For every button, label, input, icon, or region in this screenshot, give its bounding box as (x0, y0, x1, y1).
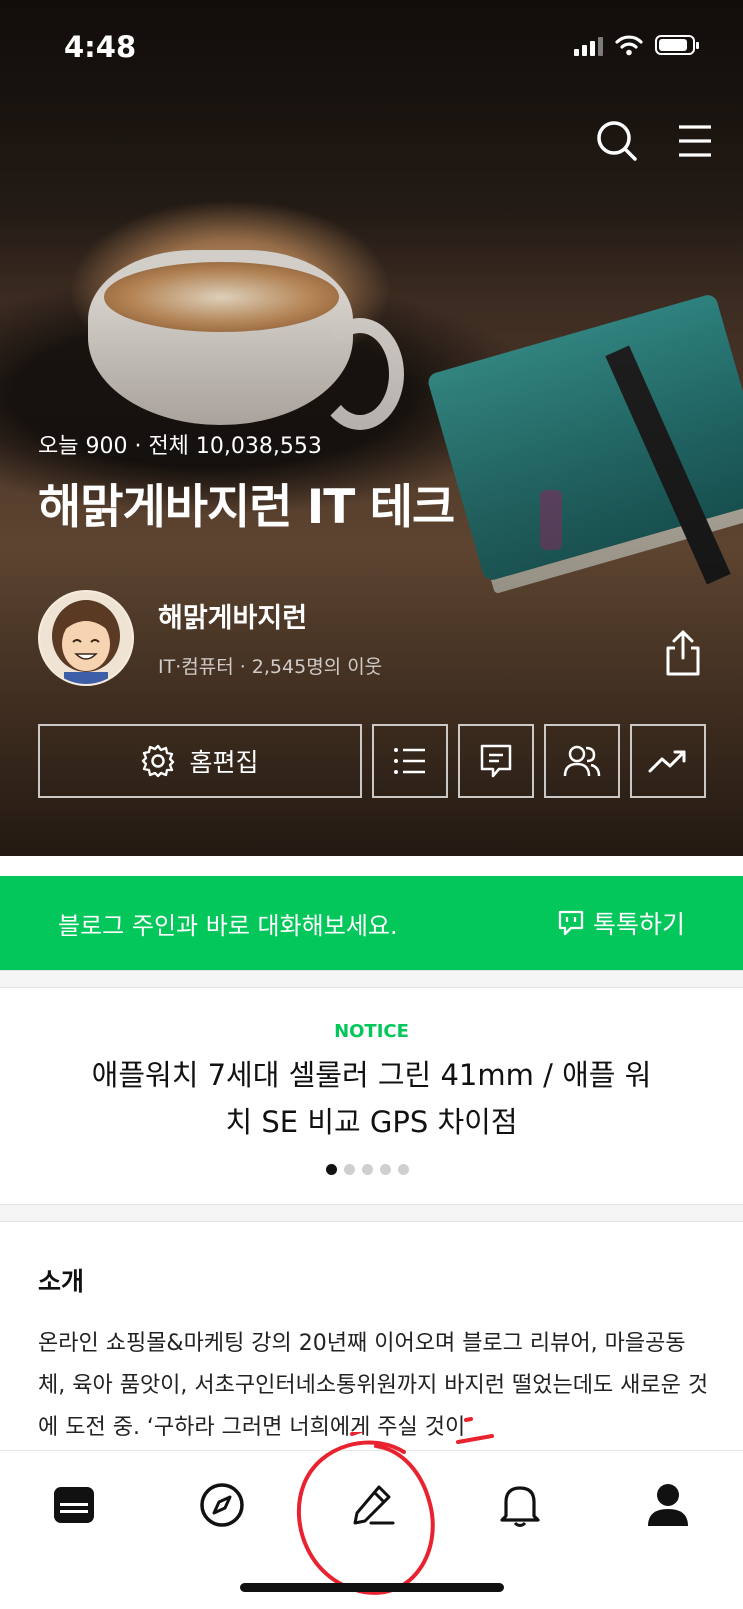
status-icons (574, 34, 699, 56)
chat-icon (558, 910, 584, 936)
home-indicator (240, 1583, 504, 1592)
red-underline-annotation (456, 1417, 494, 1444)
owner-name[interactable]: 해맑게바지런 (158, 596, 307, 635)
notice-tag: NOTICE (334, 1021, 409, 1042)
section-divider (0, 970, 743, 988)
talktalk-button-label: 톡톡하기 (592, 910, 685, 939)
status-time: 4:48 (64, 30, 137, 64)
comment-icon (480, 744, 512, 778)
wifi-icon (615, 35, 643, 56)
blog-title: 해맑게바지런 IT 테크 (38, 480, 455, 535)
list-icon (394, 748, 425, 774)
pagination-dot[interactable] (380, 1164, 391, 1175)
search-icon[interactable] (594, 118, 640, 164)
pagination-dot[interactable] (344, 1164, 355, 1175)
home-edit-button[interactable]: 홈편집 (38, 724, 362, 798)
tab-feed[interactable] (42, 1473, 106, 1537)
notice-pagination[interactable] (326, 1164, 409, 1175)
guestbook-button[interactable] (458, 724, 534, 798)
explore-icon (200, 1483, 244, 1527)
neighbors-button[interactable] (544, 724, 620, 798)
avatar[interactable] (38, 590, 134, 686)
stats-icon (648, 750, 686, 773)
battery-icon (655, 35, 699, 55)
intro-heading: 소개 (38, 1267, 85, 1296)
tab-explore[interactable] (190, 1473, 254, 1537)
talktalk-text: 블로그 주인과 바로 대화해보세요. (58, 911, 398, 940)
home-edit-label: 홈편집 (189, 748, 259, 777)
category-list-button[interactable] (372, 724, 448, 798)
tab-write[interactable] (341, 1473, 405, 1537)
profile-icon (648, 1484, 688, 1526)
pagination-dot[interactable] (362, 1164, 373, 1175)
intro-body: 온라인 쇼핑몰&마케팅 강의 20년째 이어오며 블로그 리뷰어, 마을공동체,… (38, 1331, 709, 1440)
notice-title[interactable]: 애플워치 7세대 셀룰러 그린 41mm / 애플 워치 SE 비교 GPS 차… (80, 1052, 663, 1146)
cellular-signal-icon (574, 34, 603, 56)
notification-icon (500, 1486, 540, 1527)
share-icon[interactable] (660, 628, 706, 678)
section-divider (0, 1204, 743, 1222)
owner-meta: IT·컴퓨터 · 2,545명의 이웃 (158, 656, 383, 678)
tab-notifications[interactable] (488, 1473, 552, 1537)
pagination-dot[interactable] (326, 1164, 337, 1175)
visitor-stats: 오늘 900 · 전체 10,038,553 (38, 434, 322, 459)
talktalk-button[interactable]: 톡톡하기 (557, 905, 685, 941)
write-icon (353, 1485, 395, 1525)
talktalk-banner[interactable]: 블로그 주인과 바로 대화해보세요. 톡톡하기 (0, 876, 743, 970)
neighbors-icon (563, 745, 601, 777)
gear-icon (142, 744, 175, 778)
statistics-button[interactable] (630, 724, 706, 798)
pagination-dot[interactable] (398, 1164, 409, 1175)
tab-my[interactable] (636, 1473, 700, 1537)
menu-icon[interactable] (672, 118, 718, 164)
feed-icon (54, 1487, 94, 1523)
